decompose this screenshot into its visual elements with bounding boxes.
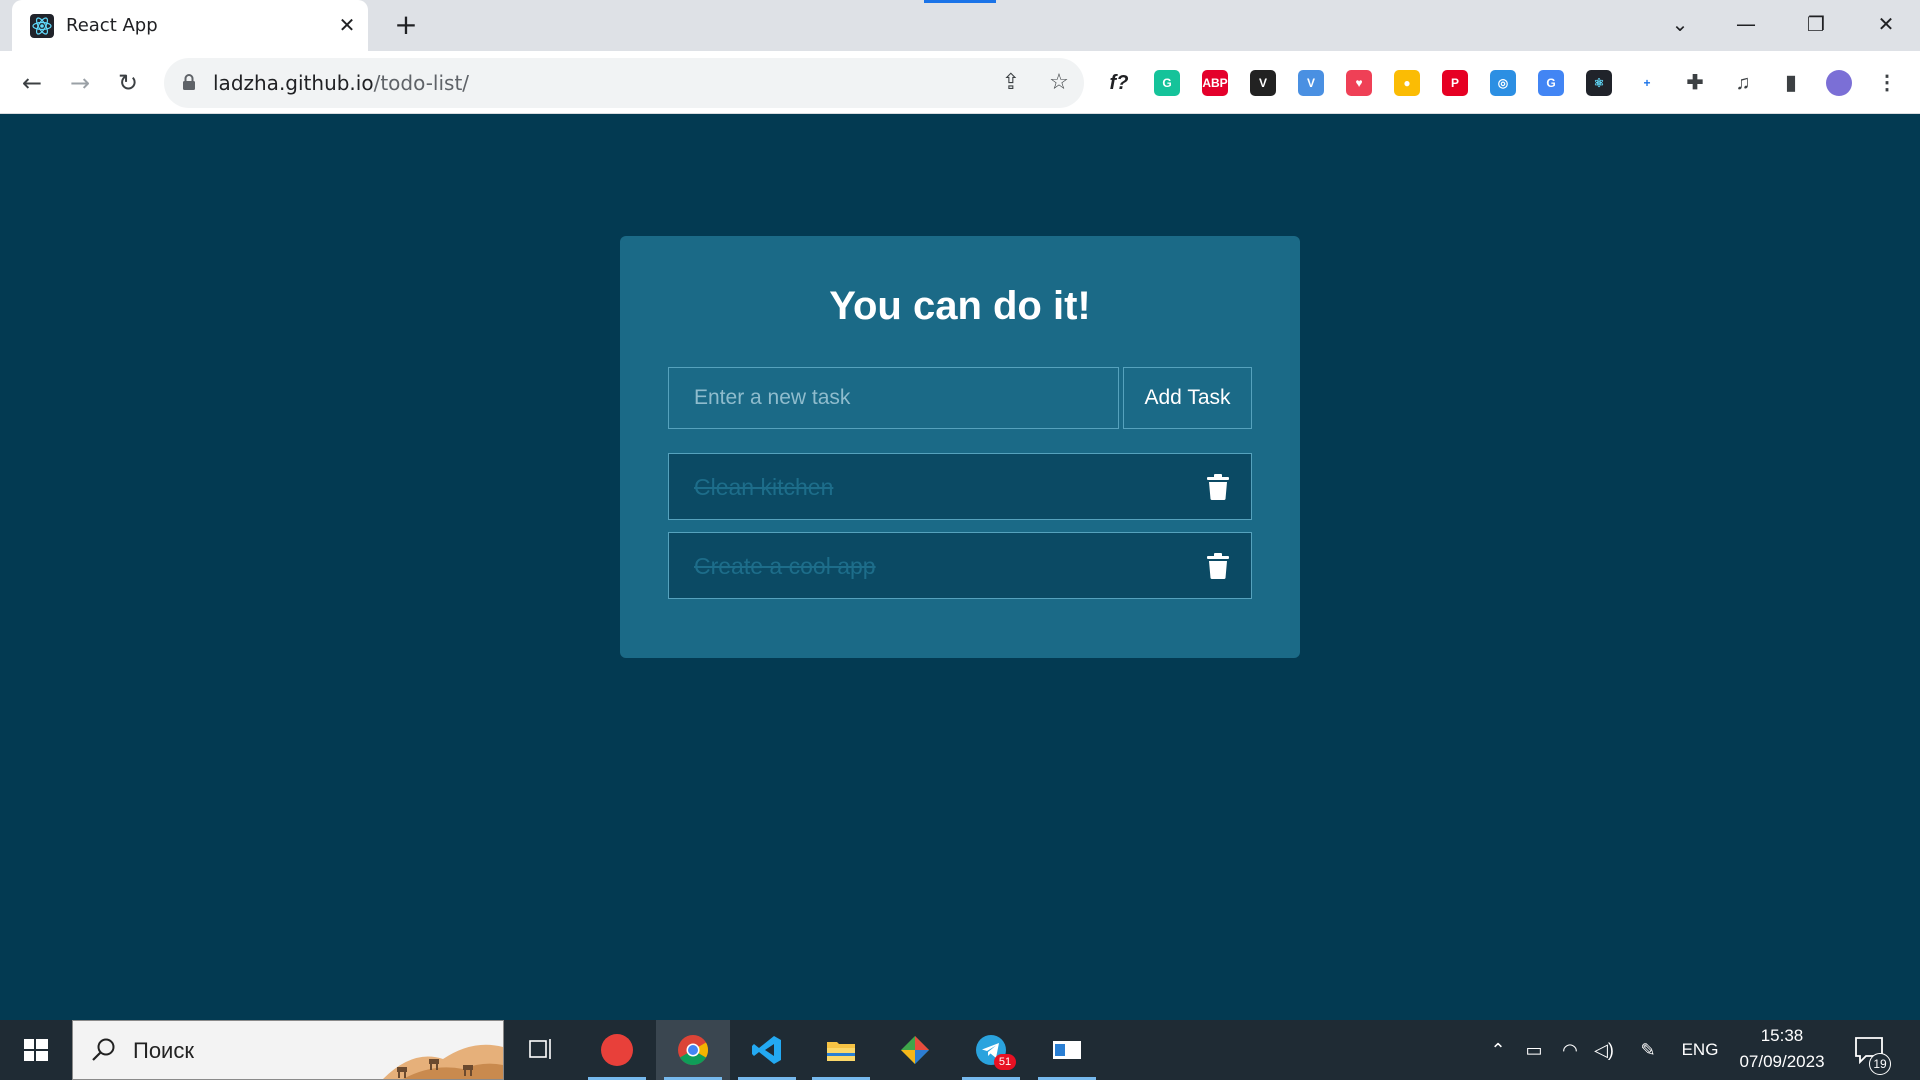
side-panel-icon[interactable]: ▮ bbox=[1778, 70, 1804, 96]
media-queue-icon[interactable]: ♫ bbox=[1730, 70, 1756, 96]
pen-icon[interactable]: ✎ bbox=[1634, 1038, 1662, 1062]
chrome-icon bbox=[678, 1035, 709, 1066]
taskbar-app-telegram[interactable]: 51 bbox=[954, 1020, 1028, 1080]
desert-camels-illustration bbox=[383, 1044, 503, 1079]
react-favicon-icon bbox=[30, 14, 54, 38]
reload-icon[interactable]: ↻ bbox=[110, 65, 146, 101]
grammarly-icon[interactable]: G bbox=[1154, 70, 1180, 96]
notification-count-badge: 19 bbox=[1869, 1053, 1891, 1075]
tab-close-icon[interactable]: ✕ bbox=[334, 12, 360, 38]
window-close-button[interactable]: ✕ bbox=[1866, 8, 1906, 40]
battery-icon[interactable]: ▭ bbox=[1520, 1038, 1548, 1062]
taskbar-app-chrome[interactable] bbox=[656, 1020, 730, 1080]
taskbar-app-file-explorer[interactable] bbox=[804, 1020, 878, 1080]
search-placeholder: Поиск bbox=[133, 1038, 194, 1063]
task-view-icon bbox=[529, 1039, 551, 1059]
trash-icon[interactable] bbox=[1207, 474, 1229, 500]
keep-icon[interactable]: ● bbox=[1394, 70, 1420, 96]
window-app-icon bbox=[1053, 1041, 1081, 1059]
red-browser-icon bbox=[601, 1034, 633, 1066]
react-devtools-icon[interactable]: ⚛ bbox=[1586, 70, 1612, 96]
add-task-button[interactable]: Add Task bbox=[1123, 367, 1252, 429]
clock-time[interactable]: 15:38 bbox=[1730, 1026, 1834, 1046]
pocket-icon[interactable]: ♥ bbox=[1346, 70, 1372, 96]
pinterest-icon[interactable]: P bbox=[1442, 70, 1468, 96]
browser-toolbar: ← → ↻ ladzha.github.io/todo-list/ ⇪ ☆ bbox=[0, 51, 1920, 114]
browser-tab-strip: React App ✕ + ⌄ — ❐ ✕ bbox=[0, 0, 1920, 51]
formula-icon[interactable]: f? bbox=[1106, 70, 1132, 96]
profile-avatar-icon[interactable] bbox=[1826, 70, 1852, 96]
translate-icon[interactable]: G bbox=[1538, 70, 1564, 96]
new-tab-button[interactable]: + bbox=[390, 10, 422, 42]
taskbar-app-vscode[interactable] bbox=[730, 1020, 804, 1080]
trash-icon[interactable] bbox=[1207, 553, 1229, 579]
address-bar[interactable]: ladzha.github.io/todo-list/ ⇪ ☆ bbox=[164, 58, 1084, 108]
language-indicator[interactable]: ENG bbox=[1676, 1038, 1724, 1062]
menu-kebab-icon[interactable]: ⋮ bbox=[1874, 70, 1900, 96]
clock-date[interactable]: 07/09/2023 bbox=[1730, 1052, 1834, 1072]
task-text[interactable]: Create a cool app bbox=[694, 553, 876, 580]
extensions-puzzle-icon[interactable]: ✚ bbox=[1682, 70, 1708, 96]
task-view-button[interactable] bbox=[504, 1020, 578, 1080]
taskbar-app-window[interactable] bbox=[1030, 1020, 1104, 1080]
bookmark-star-icon[interactable]: ☆ bbox=[1046, 70, 1072, 96]
search-icon bbox=[92, 1038, 115, 1061]
diamond-app-icon bbox=[901, 1036, 929, 1064]
wifi-icon[interactable]: ◠ bbox=[1556, 1038, 1584, 1062]
v-blue-icon[interactable]: V bbox=[1298, 70, 1324, 96]
page-title: You can do it! bbox=[829, 284, 1091, 328]
taskbar-app-gitkraken[interactable] bbox=[878, 1020, 952, 1080]
share-icon[interactable]: ⇪ bbox=[998, 70, 1024, 96]
back-arrow-icon[interactable]: ← bbox=[14, 65, 50, 101]
windows-logo-icon bbox=[24, 1039, 48, 1061]
telegram-unread-badge: 51 bbox=[994, 1054, 1016, 1070]
window-minimize-button[interactable]: — bbox=[1726, 8, 1766, 40]
tab-search-chevron-icon[interactable]: ⌄ bbox=[1660, 8, 1700, 40]
url-text[interactable]: ladzha.github.io/todo-list/ bbox=[213, 71, 469, 95]
show-hidden-icons-chevron-icon[interactable]: ⌃ bbox=[1486, 1038, 1510, 1062]
todo-card: You can do it! Add Task Clean kitchen Cr… bbox=[620, 236, 1300, 658]
taskbar-app-uzbek-browser[interactable] bbox=[580, 1020, 654, 1080]
task-item[interactable]: Clean kitchen bbox=[668, 453, 1252, 520]
folder-icon bbox=[827, 1042, 855, 1061]
start-button[interactable] bbox=[0, 1020, 72, 1080]
lock-icon bbox=[183, 74, 195, 90]
tab-strip-indicator bbox=[924, 0, 996, 3]
browser-tab-active[interactable]: React App ✕ bbox=[12, 0, 368, 51]
window-restore-button[interactable]: ❐ bbox=[1796, 8, 1836, 40]
v-dark-icon[interactable]: V bbox=[1250, 70, 1276, 96]
adblock-plus-icon[interactable]: ABP bbox=[1202, 70, 1228, 96]
forward-arrow-icon[interactable]: → bbox=[62, 65, 98, 101]
url-path: /todo-list/ bbox=[373, 71, 470, 95]
volume-icon[interactable]: ◁) bbox=[1590, 1038, 1618, 1062]
taskbar-search[interactable]: Поиск bbox=[72, 1020, 504, 1080]
vscode-icon bbox=[752, 1036, 781, 1064]
new-task-input[interactable] bbox=[668, 367, 1119, 429]
tab-title: React App bbox=[66, 15, 158, 36]
url-host: ladzha.github.io bbox=[213, 71, 374, 95]
task-item[interactable]: Create a cool app bbox=[668, 532, 1252, 599]
windows-taskbar: Поиск 51 ⌃ ▭ ◠ ◁) ✎ ENG 15:38 07/09/2023… bbox=[0, 1020, 1920, 1080]
ring-icon[interactable]: ◎ bbox=[1490, 70, 1516, 96]
task-text[interactable]: Clean kitchen bbox=[694, 474, 833, 501]
cast-icon[interactable]: + bbox=[1634, 70, 1660, 96]
